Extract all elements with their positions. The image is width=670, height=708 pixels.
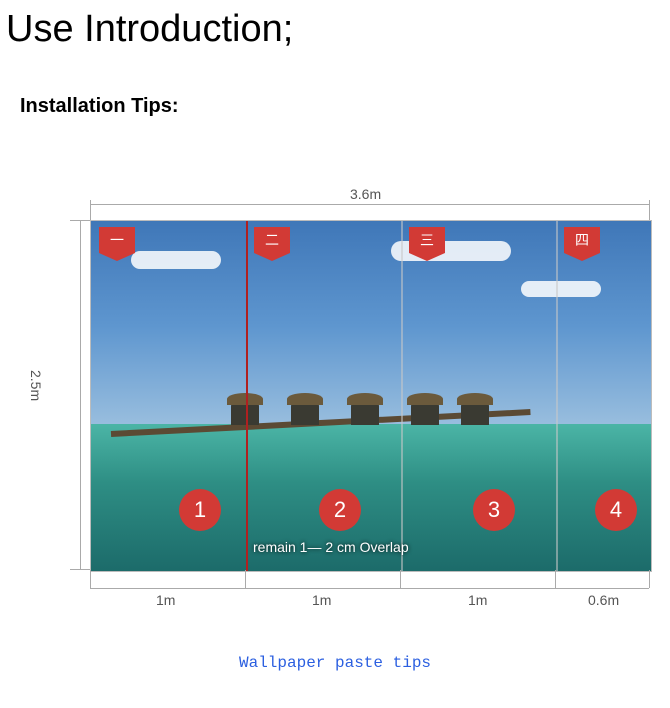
hut-icon bbox=[411, 403, 439, 425]
panel-tab-3: 三 bbox=[409, 227, 445, 253]
panel-tab-2: 二 bbox=[254, 227, 290, 253]
total-width-label: 3.6m bbox=[350, 186, 381, 202]
panel-divider bbox=[246, 221, 248, 571]
panel-badge-2: 2 bbox=[319, 489, 361, 531]
hut-icon bbox=[291, 403, 319, 425]
panel-divider bbox=[556, 221, 558, 571]
section-subtitle: Installation Tips: bbox=[0, 51, 670, 118]
cloud-icon bbox=[521, 281, 601, 297]
wallpaper-diagram: 一 二 三 四 1 2 3 4 remain 1— 2 cm Overlap bbox=[90, 220, 652, 572]
panel-badge-3: 3 bbox=[473, 489, 515, 531]
panel-width-label-3: 1m bbox=[468, 592, 487, 608]
page-heading: Use Introduction; bbox=[0, 0, 670, 51]
panel-width-dimensions: 1m 1m 1m 0.6m bbox=[90, 570, 650, 610]
overlap-note: remain 1— 2 cm Overlap bbox=[253, 539, 409, 555]
hut-icon bbox=[351, 403, 379, 425]
page: Use Introduction; Installation Tips: 3.6… bbox=[0, 0, 670, 708]
panel-width-label-1: 1m bbox=[156, 592, 175, 608]
hut-icon bbox=[231, 403, 259, 425]
total-height-label: 2.5m bbox=[28, 370, 44, 401]
panel-tab-4: 四 bbox=[564, 227, 600, 253]
cloud-icon bbox=[131, 251, 221, 269]
panel-tab-1: 一 bbox=[99, 227, 135, 253]
panel-badge-4: 4 bbox=[595, 489, 637, 531]
figure-caption: Wallpaper paste tips bbox=[0, 654, 670, 672]
hut-icon bbox=[461, 403, 489, 425]
panel-width-label-4: 0.6m bbox=[588, 592, 619, 608]
panel-width-label-2: 1m bbox=[312, 592, 331, 608]
total-height-dimension: 2.5m bbox=[70, 220, 90, 570]
total-width-dimension: 3.6m bbox=[90, 200, 650, 220]
panel-badge-1: 1 bbox=[179, 489, 221, 531]
panel-divider bbox=[401, 221, 403, 571]
